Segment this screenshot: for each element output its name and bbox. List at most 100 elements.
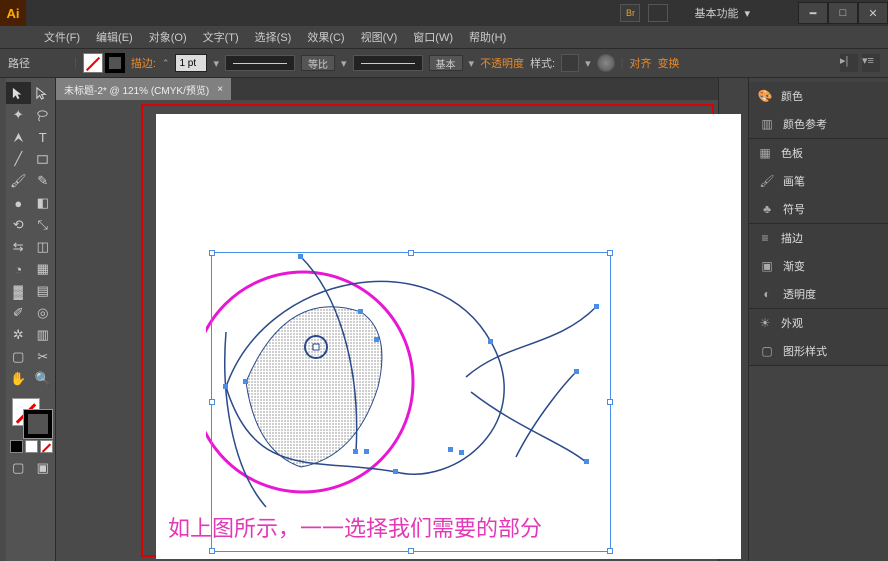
- clover-icon: ♣: [759, 202, 775, 216]
- stroke-swatch[interactable]: [105, 53, 125, 73]
- menu-view[interactable]: 视图(V): [353, 29, 406, 45]
- box-icon: ▢: [759, 344, 775, 358]
- perspective-tool[interactable]: ▦: [31, 258, 56, 280]
- rotate-tool[interactable]: ⟲: [6, 214, 31, 236]
- slice-tool[interactable]: ✂: [31, 346, 56, 368]
- brush-dropdown[interactable]: 基本: [429, 55, 463, 71]
- bridge-icon[interactable]: Br: [620, 4, 640, 22]
- stroke-color[interactable]: [24, 410, 52, 438]
- blob-brush-tool[interactable]: ●: [6, 192, 31, 214]
- palette-icon: 🎨: [757, 89, 773, 103]
- shape-builder-tool[interactable]: ◔: [6, 258, 31, 280]
- document-tab[interactable]: 未标题-2* @ 121% (CMYK/预览) ×: [56, 78, 231, 100]
- close-button[interactable]: ✕: [858, 2, 888, 24]
- align-link[interactable]: 对齐: [630, 55, 652, 71]
- menu-file[interactable]: 文件(F): [36, 29, 88, 45]
- options-bar: 路径 | 描边: ⌃ ▾ 等比 ▾ 基本 ▾ 不透明度 样式: ▾ | 对齐 变…: [0, 48, 888, 78]
- brush-icon: 🖌: [759, 174, 775, 188]
- line-tool[interactable]: ╱: [6, 148, 31, 170]
- style-label: 样式:: [530, 55, 555, 71]
- panel-transparency[interactable]: ◐透明度: [749, 280, 888, 308]
- grid-icon: ▦: [757, 146, 773, 160]
- panel-brushes[interactable]: 🖌画笔: [749, 167, 888, 195]
- profile-dropdown[interactable]: 等比: [301, 55, 335, 71]
- menu-edit[interactable]: 编辑(E): [88, 29, 141, 45]
- eyedropper-tool[interactable]: ✐: [6, 302, 31, 324]
- panel-color[interactable]: 🎨颜色: [749, 82, 888, 110]
- lasso-tool[interactable]: [31, 104, 56, 126]
- circle-icon: ◐: [759, 287, 775, 301]
- style-swatch[interactable]: [561, 54, 579, 72]
- screen-mode-full[interactable]: ▣: [31, 457, 56, 479]
- panel-toggle-icon[interactable]: ▸|: [840, 54, 858, 72]
- width-tool[interactable]: ⇆: [6, 236, 31, 258]
- pen-tool[interactable]: [6, 126, 31, 148]
- panel-menu-icon[interactable]: ▾≡: [862, 54, 880, 72]
- panel-color-guide[interactable]: ▥颜色参考: [749, 110, 888, 138]
- gradient-icon: ▣: [759, 259, 775, 273]
- close-tab-icon[interactable]: ×: [217, 84, 223, 95]
- panel-appearance[interactable]: ☀外观: [749, 309, 888, 337]
- annotation-caption: 如上图所示，一一选择我们需要的部分: [168, 511, 542, 543]
- artboard-tool[interactable]: ▢: [6, 346, 31, 368]
- symbol-sprayer-tool[interactable]: ✲: [6, 324, 31, 346]
- document-tab-bar: 未标题-2* @ 121% (CMYK/预览) ×: [56, 78, 718, 100]
- panel-dock: 🎨颜色 ▥颜色参考 ▦色板 🖌画笔 ♣符号 ≡描边 ▣渐变 ◐透明度 ☀外观 ▢…: [748, 78, 888, 561]
- profile-preview[interactable]: [225, 55, 295, 71]
- eraser-tool[interactable]: ◧: [31, 192, 56, 214]
- stroke-weight-input[interactable]: [175, 54, 207, 72]
- panel-swatches[interactable]: ▦色板: [749, 139, 888, 167]
- workspace-switcher[interactable]: 基本功能 ▾: [676, 5, 768, 21]
- screen-mode-normal[interactable]: ▢: [6, 457, 31, 479]
- graph-tool[interactable]: ▥: [31, 324, 56, 346]
- menu-window[interactable]: 窗口(W): [405, 29, 461, 45]
- color-mode-none[interactable]: [40, 440, 53, 453]
- app-icon: Ai: [0, 0, 26, 26]
- minimize-button[interactable]: ━: [798, 2, 828, 24]
- brush-preview[interactable]: [353, 55, 423, 71]
- panel-symbols[interactable]: ♣符号: [749, 195, 888, 223]
- stroke-label: 描边:: [131, 55, 156, 71]
- maximize-button[interactable]: □: [828, 2, 858, 24]
- menu-bar: 文件(F) 编辑(E) 对象(O) 文字(T) 选择(S) 效果(C) 视图(V…: [0, 26, 888, 48]
- brush-tool[interactable]: 🖌: [6, 170, 31, 192]
- blend-tool[interactable]: ◎: [31, 302, 56, 324]
- mesh-tool[interactable]: ▓: [6, 280, 31, 302]
- gradient-tool[interactable]: ▤: [31, 280, 56, 302]
- context-label: 路径: [8, 55, 68, 71]
- fill-swatch[interactable]: [83, 53, 103, 73]
- hand-tool[interactable]: ✋: [6, 368, 31, 390]
- direct-selection-tool[interactable]: [31, 82, 56, 104]
- canvas[interactable]: 如上图所示，一一选择我们需要的部分: [56, 100, 718, 561]
- selection-bounds[interactable]: [211, 252, 611, 552]
- title-bar: Ai Br 基本功能 ▾ ━ □ ✕: [0, 0, 888, 26]
- sun-icon: ☀: [757, 316, 773, 330]
- color-mode-normal[interactable]: [10, 440, 23, 453]
- pencil-tool[interactable]: ✎: [31, 170, 56, 192]
- recolor-icon[interactable]: [597, 54, 615, 72]
- opacity-label[interactable]: 不透明度: [480, 55, 524, 71]
- type-tool[interactable]: T: [31, 126, 56, 148]
- magic-wand-tool[interactable]: ✦: [6, 104, 31, 126]
- color-control[interactable]: [6, 394, 55, 438]
- swatch-icon: ▥: [759, 117, 775, 131]
- menu-help[interactable]: 帮助(H): [461, 29, 514, 45]
- document-tab-title: 未标题-2* @ 121% (CMYK/预览): [64, 82, 209, 97]
- arrange-docs-icon[interactable]: [648, 4, 668, 22]
- scale-tool[interactable]: ⤡: [31, 214, 56, 236]
- menu-effect[interactable]: 效果(C): [299, 29, 352, 45]
- panel-gradient[interactable]: ▣渐变: [749, 252, 888, 280]
- panel-graphic-styles[interactable]: ▢图形样式: [749, 337, 888, 365]
- tool-panel: ✦ T ╱ 🖌✎ ●◧ ⟲⤡ ⇆◫ ◔▦ ▓▤ ✐◎ ✲▥ ▢✂ ✋🔍 ▢▣: [6, 78, 56, 561]
- color-mode-gradient[interactable]: [25, 440, 38, 453]
- selection-tool[interactable]: [6, 82, 31, 104]
- lines-icon: ≡: [757, 231, 773, 245]
- transform-link[interactable]: 变换: [658, 55, 680, 71]
- rectangle-tool[interactable]: [31, 148, 56, 170]
- panel-stroke[interactable]: ≡描边: [749, 224, 888, 252]
- menu-type[interactable]: 文字(T): [195, 29, 247, 45]
- zoom-tool[interactable]: 🔍: [31, 368, 56, 390]
- menu-select[interactable]: 选择(S): [247, 29, 300, 45]
- menu-object[interactable]: 对象(O): [141, 29, 195, 45]
- free-transform-tool[interactable]: ◫: [31, 236, 56, 258]
